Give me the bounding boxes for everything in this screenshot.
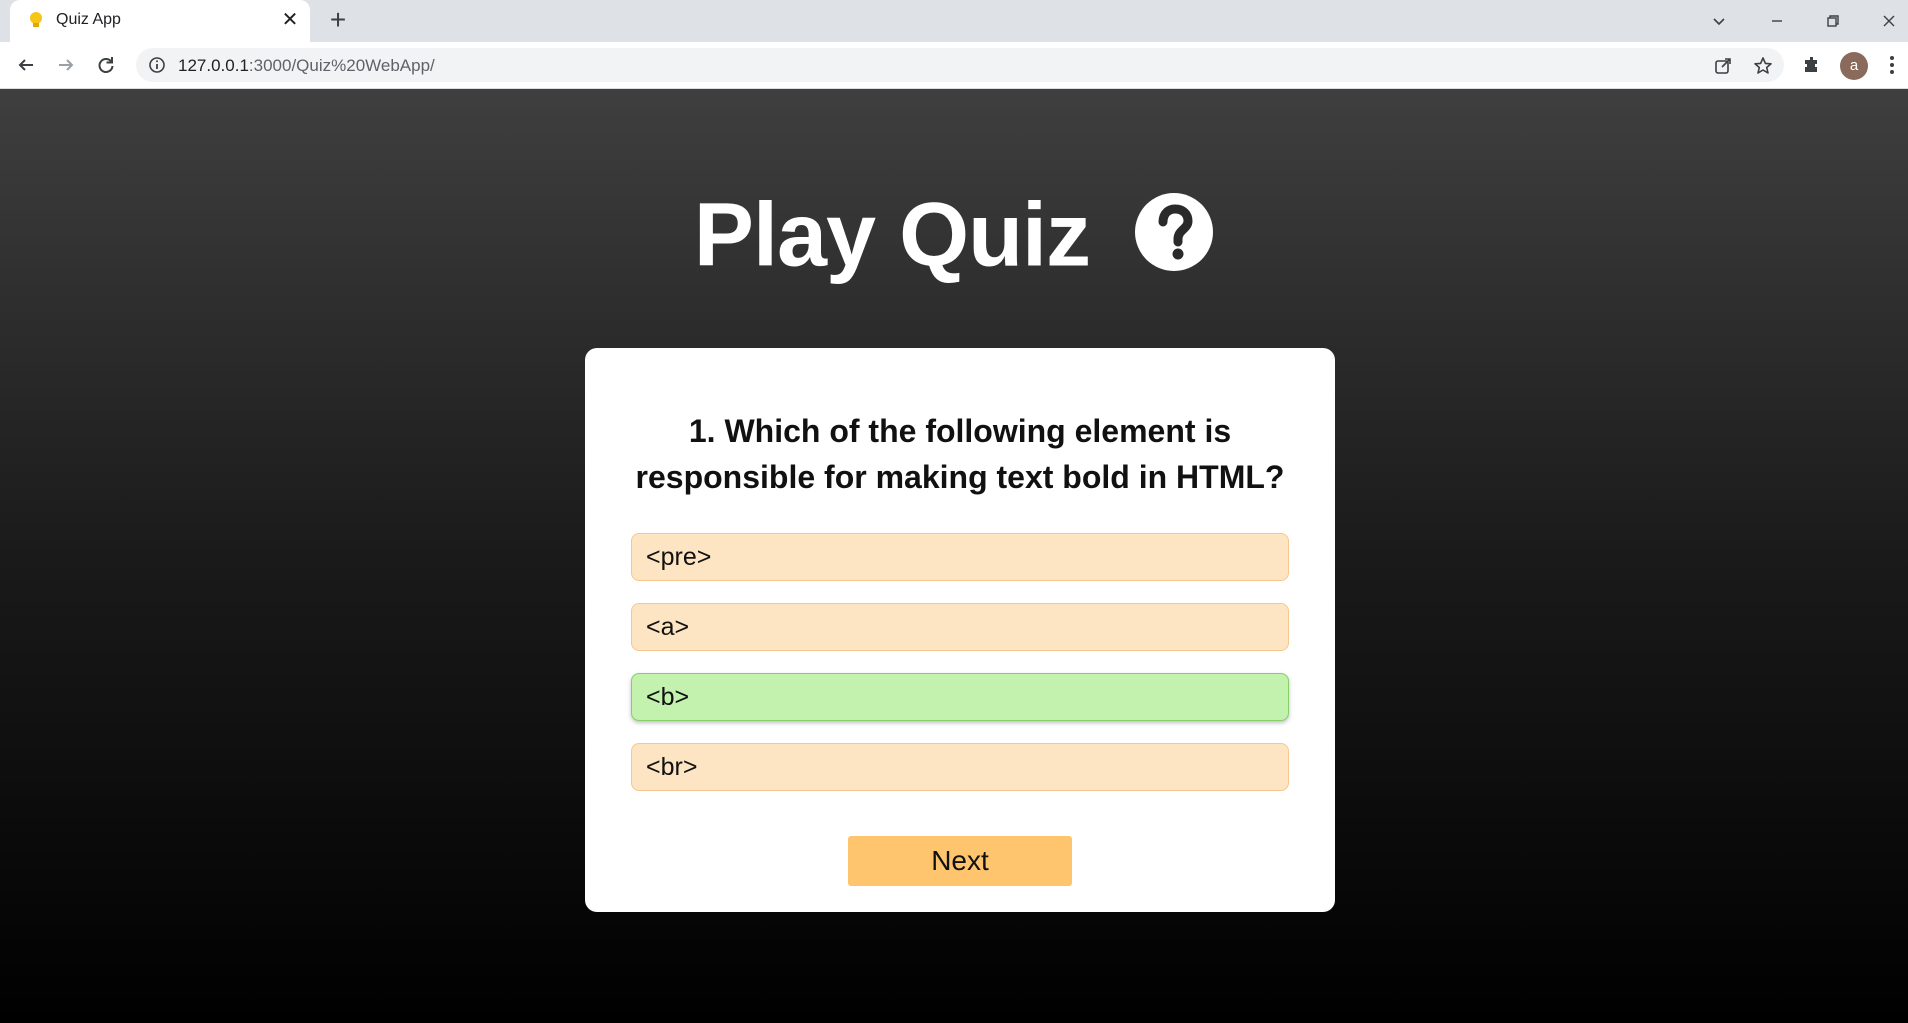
option-a[interactable]: <a> — [631, 603, 1289, 651]
minimize-icon[interactable] — [1764, 8, 1790, 34]
quiz-card: 1. Which of the following element is res… — [585, 348, 1335, 912]
url-text: 127.0.0.1:3000/Quiz%20WebApp/ — [178, 56, 435, 76]
browser-toolbar: 127.0.0.1:3000/Quiz%20WebApp/ — [0, 42, 1908, 89]
tab-title: Quiz App — [56, 11, 121, 28]
option-br[interactable]: <br> — [631, 743, 1289, 791]
option-pre[interactable]: <pre> — [631, 533, 1289, 581]
tab-bar: Quiz App ✕ + — [0, 0, 1908, 42]
extensions-icon[interactable] — [1800, 53, 1824, 77]
next-button[interactable]: Next — [848, 836, 1072, 886]
back-arrow-icon[interactable] — [12, 51, 40, 79]
question-circle-icon — [1135, 193, 1214, 272]
question-text: 1. Which of the following element is res… — [635, 413, 1285, 495]
more-menu-icon[interactable] — [1880, 53, 1904, 77]
share-icon[interactable] — [1712, 55, 1734, 77]
url-path: :3000/Quiz%20WebApp/ — [248, 56, 435, 75]
window-close-icon[interactable] — [1876, 8, 1902, 34]
new-tab-button[interactable]: + — [324, 6, 352, 35]
star-icon[interactable] — [1752, 55, 1774, 77]
reload-icon[interactable] — [92, 51, 120, 79]
address-bar[interactable]: 127.0.0.1:3000/Quiz%20WebApp/ — [136, 48, 1784, 82]
page-title: Play Quiz — [0, 179, 1908, 288]
avatar[interactable]: a — [1840, 52, 1868, 80]
option-b-correct[interactable]: <b> — [631, 673, 1289, 721]
page-body: Play Quiz 1. Which of the following elem… — [0, 89, 1908, 1023]
chevron-down-icon[interactable] — [1706, 8, 1732, 34]
restore-icon[interactable] — [1820, 8, 1846, 34]
bulb-favicon-icon — [30, 12, 42, 27]
url-host: 127.0.0.1 — [178, 56, 249, 75]
page-title-text: Play Quiz — [693, 185, 1091, 286]
info-icon[interactable] — [148, 56, 166, 74]
close-icon[interactable]: ✕ — [280, 10, 300, 30]
forward-arrow-icon[interactable] — [52, 51, 80, 79]
browser-tab[interactable]: Quiz App ✕ — [10, 0, 310, 42]
options-list: <pre> <a> <b> <br> — [631, 533, 1289, 813]
